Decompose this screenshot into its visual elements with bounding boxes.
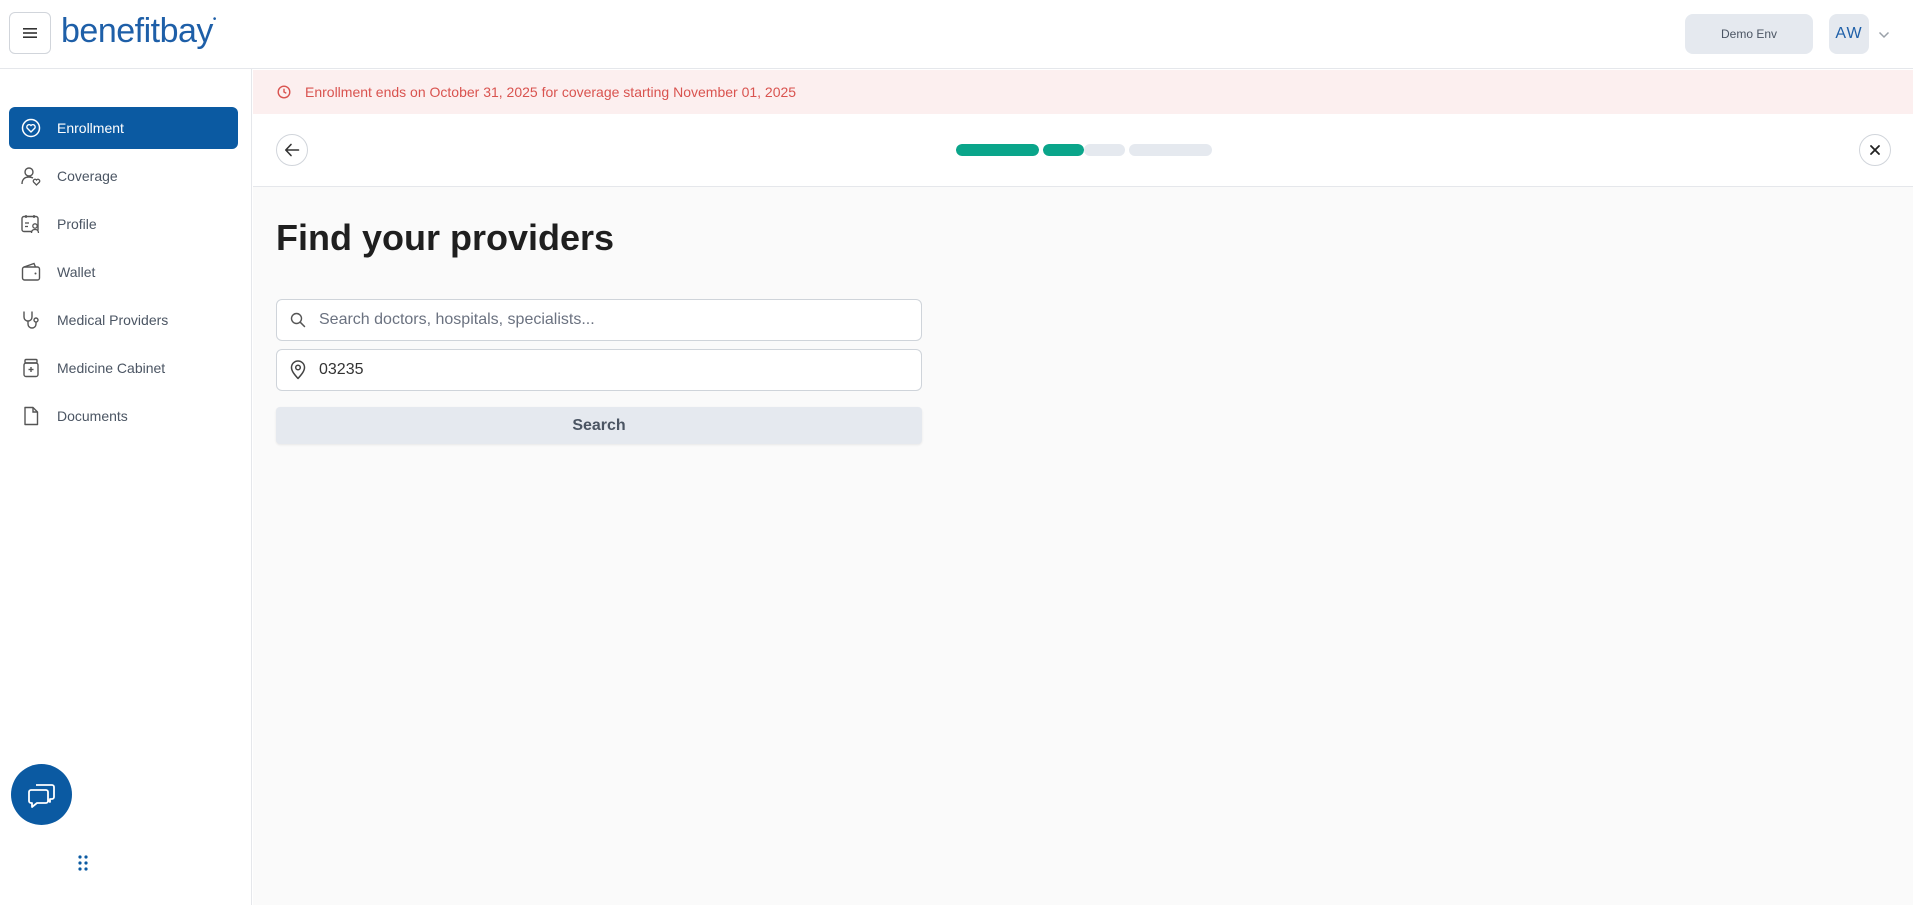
close-icon	[1870, 145, 1880, 155]
sidebar-item-label: Medicine Cabinet	[57, 360, 166, 376]
sidebar-item-label: Medical Providers	[57, 312, 169, 328]
calendar-user-icon	[19, 212, 43, 236]
top-header: benefitbay• Demo Env AW	[0, 0, 1913, 69]
sidebar-item-medicine-cabinet[interactable]: Medicine Cabinet	[9, 347, 238, 389]
wallet-icon	[19, 260, 43, 284]
document-icon	[19, 404, 43, 428]
progress-step	[956, 144, 1039, 156]
provider-search-field[interactable]	[276, 299, 922, 341]
search-button[interactable]: Search	[276, 407, 922, 444]
stethoscope-icon	[19, 308, 43, 332]
main-content: Find your providers Search	[253, 187, 1913, 905]
hamburger-icon	[23, 28, 37, 38]
sidebar-item-wallet[interactable]: Wallet	[9, 251, 238, 293]
sidebar-item-profile[interactable]: Profile	[9, 203, 238, 245]
heart-shield-icon	[19, 116, 43, 140]
location-field[interactable]	[276, 349, 922, 391]
arrow-left-icon	[285, 143, 300, 157]
progress-step	[1043, 144, 1084, 156]
sidebar-item-medical-providers[interactable]: Medical Providers	[9, 299, 238, 341]
back-button[interactable]	[276, 134, 308, 166]
banner-text: Enrollment ends on October 31, 2025 for …	[305, 84, 797, 100]
search-icon	[287, 312, 309, 328]
sidebar-item-label: Coverage	[57, 168, 118, 184]
brand-logo[interactable]: benefitbay•	[61, 12, 216, 51]
search-input[interactable]	[319, 311, 899, 329]
env-button[interactable]: Demo Env	[1685, 14, 1813, 54]
sidebar-item-label: Wallet	[57, 264, 96, 280]
sidebar-item-coverage[interactable]: Coverage	[9, 155, 238, 197]
close-button[interactable]	[1859, 134, 1891, 166]
sidebar-item-label: Profile	[57, 216, 97, 232]
page-title: Find your providers	[276, 217, 615, 258]
user-heart-icon	[19, 164, 43, 188]
step-header	[253, 114, 1913, 187]
hamburger-menu-button[interactable]	[9, 12, 51, 54]
sidebar-item-label: Documents	[57, 408, 128, 424]
chevron-down-icon[interactable]	[1878, 26, 1890, 44]
enrollment-deadline-banner: Enrollment ends on October 31, 2025 for …	[253, 70, 1913, 114]
progress-step	[1129, 144, 1212, 156]
chat-icon	[27, 783, 55, 808]
sidebar-item-documents[interactable]: Documents	[9, 395, 238, 437]
zip-input[interactable]	[319, 361, 899, 379]
progress-step	[1084, 144, 1125, 156]
location-pin-icon	[287, 360, 309, 380]
sidebar-item-enrollment[interactable]: Enrollment	[9, 107, 238, 149]
drag-handle-icon[interactable]	[77, 854, 89, 877]
sidebar-item-label: Enrollment	[57, 120, 124, 136]
medicine-bottle-icon	[19, 356, 43, 380]
clock-icon	[277, 85, 291, 99]
chat-button[interactable]	[11, 764, 72, 825]
user-avatar[interactable]: AW	[1829, 14, 1869, 54]
